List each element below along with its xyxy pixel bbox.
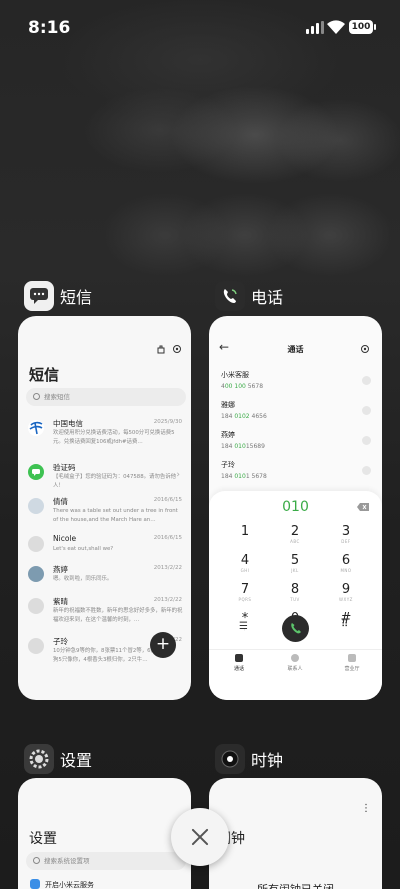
- page-title: 短信: [29, 366, 60, 384]
- china-telecom-avatar: [28, 420, 44, 436]
- contact-row[interactable]: 子玲 184 0101 5678: [221, 460, 371, 486]
- battery-icon: 100: [349, 20, 376, 34]
- cell-signal-icon: [306, 21, 324, 34]
- clock-app-card[interactable]: ⋮ 闹钟 所有闹钟已关闭: [209, 778, 382, 889]
- message-item[interactable]: 倩倩 2016/6/15 There was a table set out u…: [26, 496, 186, 532]
- sms-app-header[interactable]: 短信: [24, 281, 92, 311]
- gear-icon[interactable]: [360, 344, 370, 354]
- dial-key[interactable]: 5 JKL: [270, 553, 320, 573]
- sms-app-icon: [24, 281, 54, 311]
- settings-app-name: 设置: [60, 751, 93, 770]
- contact-row[interactable]: 燕婷 184 01015689: [221, 430, 371, 456]
- clock-app-icon: [215, 744, 245, 774]
- dialpad-grid-icon[interactable]: ⠿: [341, 619, 348, 630]
- message-item[interactable]: 紫晴 2013/2/22 新年的祝福数不胜数，新年的思念好好多多，新年的祝福欢迎…: [26, 596, 186, 632]
- menu-icon[interactable]: ☰: [239, 621, 248, 632]
- phone-tab-icon: [235, 654, 243, 662]
- phone-app-name: 电话: [251, 288, 284, 307]
- settings-app-icon: [24, 744, 54, 774]
- avatar: [28, 498, 44, 514]
- phone-icon: [291, 623, 301, 634]
- more-options-icon[interactable]: ⋮: [361, 803, 371, 814]
- phone-app-icon: [215, 281, 245, 311]
- wifi-icon: [327, 20, 345, 34]
- dial-key[interactable]: 6 MNO: [321, 553, 371, 573]
- sms-app-card[interactable]: 短信 搜索短信 中国电信 2025/9/30 欢迎使用积分兑换话费活动，每500…: [18, 316, 191, 700]
- avatar: [28, 638, 44, 654]
- contact-row[interactable]: 雅娜 184 0102 4656: [221, 400, 371, 426]
- message-item[interactable]: 中国电信 2025/9/30 欢迎使用积分兑换话费活动，每500分可兑换话费5元…: [26, 418, 186, 454]
- store-icon: [348, 654, 356, 662]
- cloud-icon: [30, 879, 40, 889]
- page-title: 设置: [29, 831, 57, 847]
- search-icon: [33, 393, 40, 400]
- avatar: [28, 536, 44, 552]
- dial-key[interactable]: 9 WXYZ: [321, 582, 371, 602]
- tab-service-hall[interactable]: 营业厅: [327, 654, 377, 672]
- info-icon[interactable]: [362, 466, 371, 475]
- dial-key[interactable]: 7 PQRS: [220, 582, 270, 602]
- dial-key[interactable]: 2 ABC: [270, 524, 320, 544]
- tab-contacts[interactable]: 联系人: [270, 654, 320, 672]
- phone-tab-bar: 通话 联系人 营业厅: [209, 649, 382, 689]
- avatar: [28, 598, 44, 614]
- avatar: [28, 566, 44, 582]
- backspace-icon[interactable]: [357, 503, 369, 511]
- dial-key[interactable]: 4 GHI: [220, 553, 270, 573]
- clear-all-close-button[interactable]: [171, 808, 229, 866]
- chevron-right-icon: ›: [176, 470, 180, 480]
- tab-calls[interactable]: 通话: [214, 654, 264, 672]
- dial-key[interactable]: 3 DEF: [321, 524, 371, 544]
- search-input[interactable]: 搜索系统设置项: [26, 852, 186, 870]
- person-icon: [291, 654, 299, 662]
- clock-app-name: 时钟: [251, 751, 284, 770]
- gear-icon[interactable]: [172, 344, 182, 354]
- info-icon[interactable]: [362, 436, 371, 445]
- message-item[interactable]: 验证码 【毛绒盒子】您的验证码为：047588。请勿告诉他人！ ›: [26, 462, 186, 498]
- spam-filter-icon[interactable]: [156, 344, 166, 354]
- settings-app-card[interactable]: 设置 搜索系统设置项 开启小米云服务: [18, 778, 191, 889]
- page-title: 通话: [287, 345, 304, 354]
- dial-key[interactable]: 8 TUV: [270, 582, 320, 602]
- search-input[interactable]: 搜索短信: [26, 388, 186, 406]
- clock-time: 8:16: [28, 18, 71, 38]
- search-icon: [33, 857, 40, 864]
- alarm-status: 所有闹钟已关闭: [209, 881, 382, 889]
- info-icon[interactable]: [362, 406, 371, 415]
- sms-app-name: 短信: [60, 288, 93, 307]
- status-bar: 8:16 100: [0, 0, 400, 50]
- contact-row[interactable]: 小米客服 400 100 5678: [221, 370, 371, 396]
- new-message-button[interactable]: +: [150, 632, 176, 658]
- message-avatar-icon: [28, 464, 44, 480]
- call-button[interactable]: [282, 615, 309, 642]
- info-icon[interactable]: [362, 376, 371, 385]
- settings-item-cloud[interactable]: 开启小米云服务: [45, 880, 94, 889]
- dialpad[interactable]: 010 1 2 ABC 3 DEF 4 GHI 5 JKL 6 MNO 7 PQRS 8 TUV 9 WXYZ *…: [209, 491, 382, 700]
- search-placeholder: 搜索短信: [44, 393, 70, 401]
- phone-app-card[interactable]: ← 通话 小米客服 400 100 5678 雅娜 184 0102 4656 …: [209, 316, 382, 700]
- settings-app-header[interactable]: 设置: [24, 744, 92, 774]
- message-item[interactable]: 燕婷 2013/2/22 嗯。收到啦，同乐同乐。: [26, 564, 186, 600]
- dial-key[interactable]: 1: [220, 524, 270, 539]
- phone-app-header[interactable]: 电话: [215, 281, 283, 311]
- clock-app-header[interactable]: 时钟: [215, 744, 283, 774]
